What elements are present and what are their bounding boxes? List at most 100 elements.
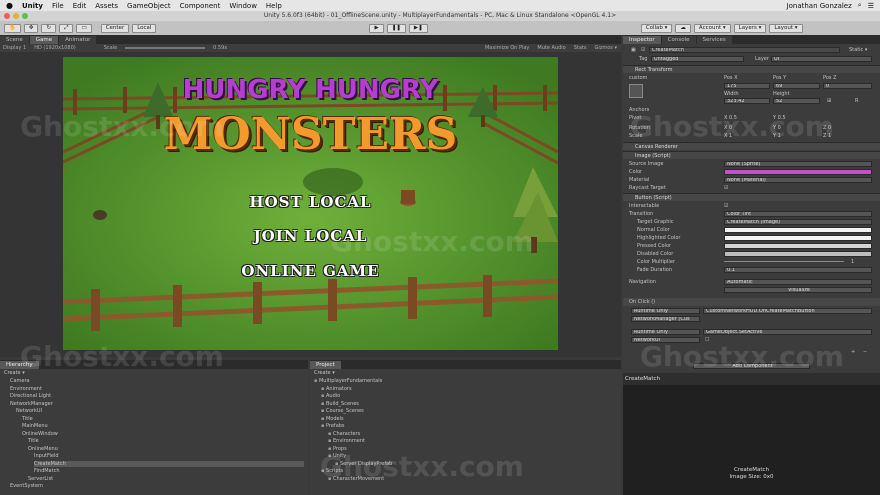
material-field[interactable]: None (Material) <box>724 176 872 183</box>
menu-help[interactable]: Help <box>266 2 282 10</box>
hierarchy-item[interactable]: MainMenu <box>22 423 48 429</box>
collab-button[interactable]: Collab ▾ <box>640 23 673 33</box>
remove-event-icon[interactable]: − <box>863 349 867 355</box>
hierarchy-item[interactable]: OnlineWindow <box>22 431 58 437</box>
blueprint-button[interactable]: ⊞ <box>827 98 831 104</box>
active-checkbox[interactable]: ☑ <box>641 47 645 53</box>
project-folder-item[interactable]: ▪ Audio <box>321 393 340 399</box>
canvas-renderer-header[interactable]: Canvas Renderer <box>623 142 880 150</box>
tab-game[interactable]: Game <box>29 36 59 44</box>
navigation-dropdown[interactable]: Automatic <box>724 278 872 285</box>
layout-button[interactable]: Layout ▾ <box>769 23 803 33</box>
add-event-icon[interactable]: + <box>851 349 855 355</box>
menu-assets[interactable]: Assets <box>95 2 118 10</box>
menu-component[interactable]: Component <box>180 2 221 10</box>
runtime-dropdown-2[interactable]: Runtime Only <box>631 328 700 335</box>
event-object-field-1[interactable]: NetworkManager (Cus <box>631 315 700 322</box>
cloud-icon[interactable]: ☁ <box>675 23 691 33</box>
function-dropdown-1[interactable]: CustomNetworkHUD.OnCreateMatchButton <box>703 307 872 314</box>
menu-window[interactable]: Window <box>229 2 257 10</box>
preview-header[interactable]: CreateMatch <box>623 373 880 385</box>
host-local-button[interactable]: HOST LOCAL <box>63 193 558 211</box>
project-folder-item[interactable]: ▪ Prefabs <box>321 423 345 429</box>
gizmos-dropdown[interactable]: Gizmos ▾ <box>594 45 621 51</box>
layer-dropdown[interactable]: UI <box>771 55 872 62</box>
image-script-header[interactable]: Image (Script) <box>623 151 880 159</box>
layers-button[interactable]: Layers ▾ <box>733 23 767 33</box>
event-object-field-2[interactable]: NetworkUI <box>631 336 700 343</box>
hierarchy-item[interactable]: Title <box>28 438 39 444</box>
rotation-z-field[interactable]: Z 0 <box>823 125 831 131</box>
play-button[interactable]: ▶ <box>369 23 384 33</box>
scale-z-field[interactable]: Z 1 <box>823 133 831 139</box>
scale-x-field[interactable]: X 1 <box>724 133 732 139</box>
pivot-y-field[interactable]: Y 0.5 <box>773 115 786 121</box>
tag-dropdown[interactable]: Untagged <box>651 55 744 62</box>
menu-gameobject[interactable]: GameObject <box>127 2 171 10</box>
apple-icon[interactable]: ● <box>6 1 13 10</box>
button-script-header[interactable]: Button (Script) <box>623 193 880 201</box>
normal-color-swatch[interactable] <box>724 226 872 233</box>
hand-tool-icon[interactable]: ✋ <box>4 23 21 33</box>
tab-animator[interactable]: Animator <box>59 36 97 44</box>
pivot-center-button[interactable]: Center <box>100 23 130 33</box>
project-folder-item[interactable]: ▪ Characters <box>328 431 360 437</box>
tab-inspector[interactable]: Inspector <box>623 36 661 44</box>
object-name-field[interactable]: CreateMatch <box>649 46 840 53</box>
color-swatch[interactable] <box>724 168 872 175</box>
pos-z-field[interactable]: 0 <box>823 82 872 89</box>
runtime-dropdown-1[interactable]: Runtime Only <box>631 307 700 314</box>
project-folder-item[interactable]: ▪ Server DisplayPrefab <box>335 461 392 467</box>
pos-y-field[interactable]: 69 <box>773 82 820 89</box>
project-folder-item[interactable]: ▪ Models <box>321 416 344 422</box>
tab-project[interactable]: Project <box>310 361 341 369</box>
tab-services[interactable]: Services <box>696 36 732 44</box>
hierarchy-item[interactable]: OnlineMenu <box>28 446 58 452</box>
source-image-field[interactable]: None (Sprite) <box>724 160 872 167</box>
user-name[interactable]: Jonathan Gonzalez <box>787 2 852 10</box>
transition-dropdown[interactable]: Color Tint <box>724 210 872 217</box>
hierarchy-item[interactable]: ServerList <box>28 476 53 482</box>
list-icon[interactable]: ☰ <box>868 2 874 10</box>
project-folder-item[interactable]: ▪ Scripts <box>321 468 343 474</box>
tab-console[interactable]: Console <box>661 36 696 44</box>
pressed-color-swatch[interactable] <box>724 242 872 249</box>
height-field[interactable]: 52 <box>773 97 820 104</box>
arg-checkbox[interactable]: ☐ <box>705 337 709 343</box>
rotate-tool-icon[interactable]: ↻ <box>41 23 57 33</box>
hierarchy-item[interactable]: Camera <box>10 378 30 384</box>
hierarchy-create-button[interactable]: Create ▾ <box>4 370 25 376</box>
project-create-button[interactable]: Create ▾ <box>314 370 335 376</box>
visualize-button[interactable]: Visualize <box>724 286 872 293</box>
maximize-on-play-toggle[interactable]: Maximize On Play <box>485 45 529 51</box>
account-button[interactable]: Account ▾ <box>693 23 731 33</box>
scale-y-field[interactable]: Y 1 <box>773 133 781 139</box>
game-view[interactable]: HUNGRY HUNGRY MONSTERS HOST LOCAL JOIN L… <box>63 57 558 350</box>
display-select[interactable]: Display 1 <box>3 45 26 51</box>
project-folder-item[interactable]: ▪ Environment <box>328 438 365 444</box>
project-folder-item[interactable]: ▪ Animators <box>321 386 352 392</box>
scale-slider[interactable] <box>125 47 206 49</box>
project-folder-item[interactable]: ▪ Unity <box>328 453 346 459</box>
pivot-x-field[interactable]: X 0.5 <box>724 115 737 121</box>
rect-tool-icon[interactable]: ▭ <box>76 23 92 33</box>
highlighted-color-swatch[interactable] <box>724 234 872 241</box>
hierarchy-item[interactable]: CreateMatch <box>34 460 304 467</box>
hierarchy-item[interactable]: NetworkManager <box>10 401 53 407</box>
raycast-target-checkbox[interactable]: ☑ <box>724 185 728 191</box>
hierarchy-item[interactable]: InputField <box>34 453 59 459</box>
hierarchy-item[interactable]: NetworkUI <box>16 408 42 414</box>
tab-scene[interactable]: Scene <box>0 36 29 44</box>
scale-tool-icon[interactable]: ⤢ <box>59 23 74 33</box>
project-folder-item[interactable]: ▪ CharacterMovement <box>328 476 384 482</box>
project-folder-item[interactable]: ▪ Course_Scenes <box>321 408 364 414</box>
raw-edit-button[interactable]: R <box>855 98 858 104</box>
mute-audio-toggle[interactable]: Mute Audio <box>537 45 565 51</box>
join-local-button[interactable]: JOIN LOCAL <box>63 227 558 245</box>
pause-button[interactable]: ❚❚ <box>386 23 406 33</box>
rotation-y-field[interactable]: Y 0 <box>773 125 781 131</box>
target-graphic-field[interactable]: CreateMatch (Image) <box>724 218 872 225</box>
search-icon[interactable]: ⌕ <box>858 1 862 10</box>
anchors-foldout[interactable]: Anchors <box>629 107 649 113</box>
color-multiplier-value[interactable]: 1 <box>851 259 854 265</box>
